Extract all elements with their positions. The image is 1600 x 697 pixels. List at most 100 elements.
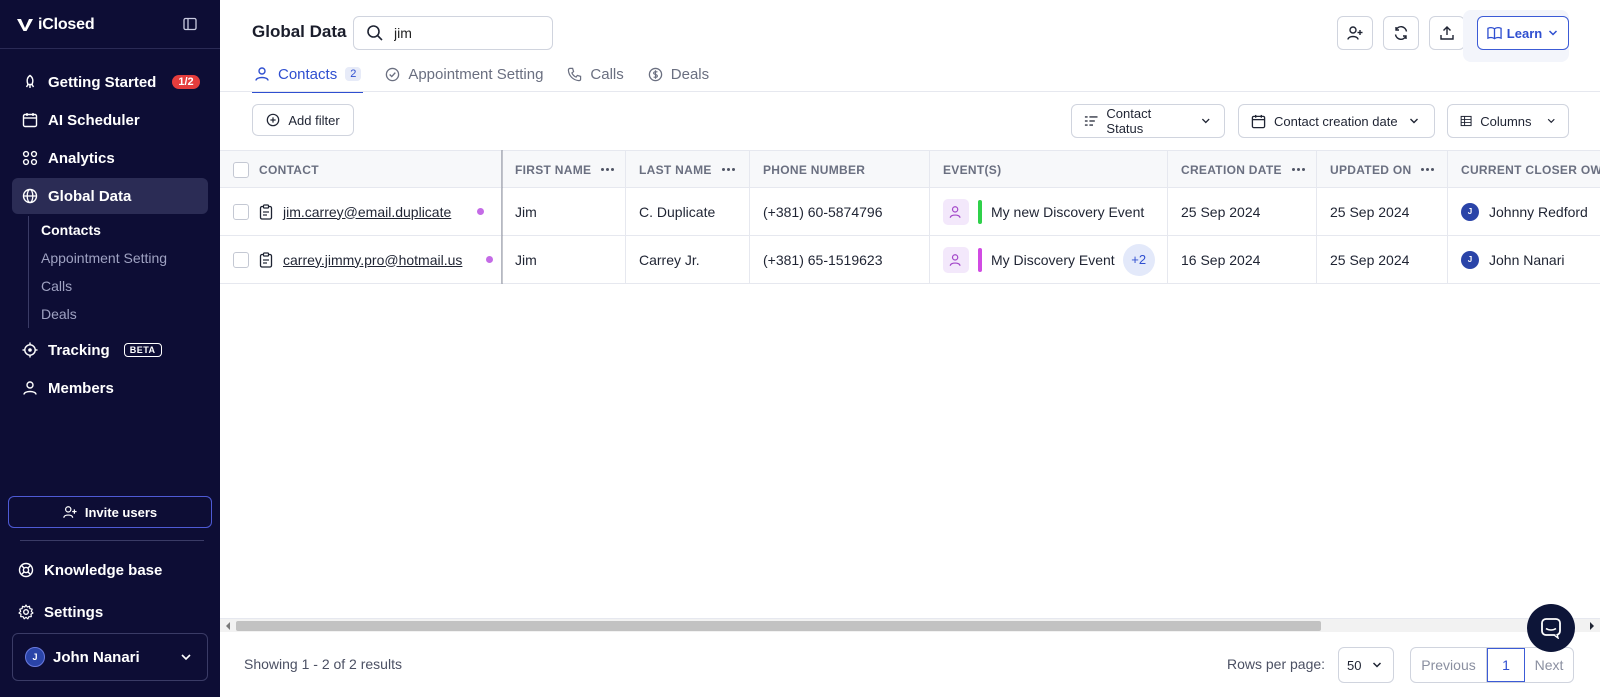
subnav-item-deals[interactable]: Deals [41,300,208,328]
chevron-down-icon [1409,118,1418,124]
sidebar-item-ai-scheduler[interactable]: AI Scheduler [12,102,208,138]
cell-creation-date: 16 Sep 2024 [1168,236,1317,283]
more-events-badge[interactable]: +2 [1122,243,1155,276]
creation-date-dropdown[interactable]: Contact creation date [1238,104,1435,138]
contact-status-dropdown[interactable]: Contact Status [1071,104,1225,138]
cell-events[interactable]: My new Discovery Event [930,188,1168,235]
row-checkbox[interactable] [233,203,249,220]
header-divider [220,91,1600,92]
add-user-icon [1347,26,1363,40]
event-color-bar [978,247,982,272]
status-dot [486,256,494,263]
event-name: My Discovery Event [991,251,1115,268]
chat-launcher-button[interactable] [1527,604,1575,652]
brand-logo[interactable]: iClosed [16,14,95,36]
horizontal-scrollbar[interactable] [220,618,1600,632]
export-button[interactable] [1429,16,1465,50]
column-header-last-name[interactable]: LAST NAME [626,151,750,188]
collapse-sidebar-icon[interactable] [182,16,198,32]
cell-updated-on: 25 Sep 2024 [1317,188,1448,235]
subnav-item-calls[interactable]: Calls [41,272,208,300]
tab-calls[interactable]: Calls [565,56,625,92]
cell-phone: (+381) 65-1519623 [750,236,930,283]
column-menu-icon[interactable] [1421,168,1435,171]
sidebar-item-label: Settings [44,603,104,621]
tab-appointment-setting[interactable]: Appointment Setting [383,56,545,92]
event-type-icon [943,246,969,273]
invite-users-label: Invite users [84,504,158,520]
subnav-item-appointment-setting[interactable]: Appointment Setting [41,244,208,272]
learn-button[interactable]: Learn [1477,16,1569,50]
analytics-icon [22,150,38,166]
table-row[interactable]: jim.carrey@email.duplicate Jim C. Duplic… [220,188,1600,236]
column-header-phone[interactable]: PHONE NUMBER [750,151,930,188]
cell-events[interactable]: My Discovery Event +2 [930,236,1168,283]
column-header-closer-owner[interactable]: CURRENT CLOSER OWNER [1448,151,1600,188]
sidebar-divider [20,540,204,541]
contact-email-link[interactable]: jim.carrey@email.duplicate [283,204,451,220]
column-header-updated-on[interactable]: UPDATED ON [1317,151,1448,188]
rows-per-page-select[interactable]: 50 [1338,647,1394,683]
next-page-button[interactable]: Next [1525,648,1573,682]
table-row[interactable]: carrey.jimmy.pro@hotmail.us Jim Carrey J… [220,236,1600,284]
column-label: EVENT(S) [943,162,1002,177]
sidebar-item-knowledge-base[interactable]: Knowledge base [8,550,212,590]
search-input[interactable] [394,25,534,41]
tab-label: Contacts [278,65,338,83]
cell-creation-date: 25 Sep 2024 [1168,188,1317,235]
cell-updated-on: 25 Sep 2024 [1317,236,1448,283]
chevron-down-icon [1202,118,1211,124]
search-icon [367,25,383,41]
sidebar-item-settings[interactable]: Settings [8,592,212,632]
contacts-table: CONTACT FIRST NAME LAST NAME PHONE NUMBE… [220,150,1600,284]
scrollbar-thumb[interactable] [236,621,1321,631]
user-name: John Nanari [53,648,140,666]
row-checkbox[interactable] [233,251,249,268]
dollar-circle-icon [648,67,663,81]
columns-label: Columns [1480,113,1532,129]
sidebar-nav: Getting Started 1/2 AI Scheduler Analyti… [12,64,208,408]
sidebar-item-tracking[interactable]: Tracking BETA [12,332,208,368]
calendar-icon [1251,114,1266,128]
search-box[interactable] [353,16,553,50]
sidebar-item-members[interactable]: Members [12,370,208,406]
cell-last-name: C. Duplicate [626,188,750,235]
contact-email-link[interactable]: carrey.jimmy.pro@hotmail.us [283,252,462,268]
pagination: Previous 1 Next [1410,647,1574,683]
event-type-icon [943,198,969,225]
owner-name: John Nanari [1489,251,1565,268]
page-1-button[interactable]: 1 [1487,648,1525,682]
refresh-button[interactable] [1383,16,1419,50]
add-contact-button[interactable] [1337,16,1373,50]
progress-badge: 1/2 [172,75,200,89]
column-label: LAST NAME [639,162,712,177]
select-all-checkbox[interactable] [233,161,249,178]
invite-users-button[interactable]: Invite users [8,496,212,528]
column-menu-icon[interactable] [1291,168,1305,171]
column-header-events[interactable]: EVENT(S) [930,151,1168,188]
columns-dropdown[interactable]: Columns [1447,104,1569,138]
creation-date-label: Contact creation date [1274,113,1398,129]
scroll-left-icon [226,622,230,630]
previous-page-button[interactable]: Previous [1411,648,1487,682]
sidebar-item-global-data[interactable]: Global Data [12,178,208,214]
chevron-down-icon [1373,662,1382,668]
owner-name: Johnny Redford [1489,203,1588,220]
add-filter-button[interactable]: Add filter [252,104,354,136]
user-menu[interactable]: J John Nanari [12,633,208,681]
column-menu-icon[interactable] [601,168,615,171]
subnav-item-contacts[interactable]: Contacts [41,216,208,244]
cell-first-name: Jim [502,188,626,235]
sidebar-item-getting-started[interactable]: Getting Started 1/2 [12,64,208,100]
tab-label: Appointment Setting [408,65,544,83]
tab-contacts[interactable]: Contacts 2 [252,56,364,93]
column-menu-icon[interactable] [721,168,735,171]
column-header-first-name[interactable]: FIRST NAME [502,151,626,188]
sidebar-item-analytics[interactable]: Analytics [12,140,208,176]
sidebar-item-label: Getting Started [48,73,157,91]
tab-deals[interactable]: Deals [646,56,711,92]
column-header-contact[interactable]: CONTACT [220,151,502,188]
avatar: J [25,647,45,667]
column-header-creation-date[interactable]: CREATION DATE [1168,151,1317,188]
cell-closer-owner: J Johnny Redford [1448,188,1600,235]
